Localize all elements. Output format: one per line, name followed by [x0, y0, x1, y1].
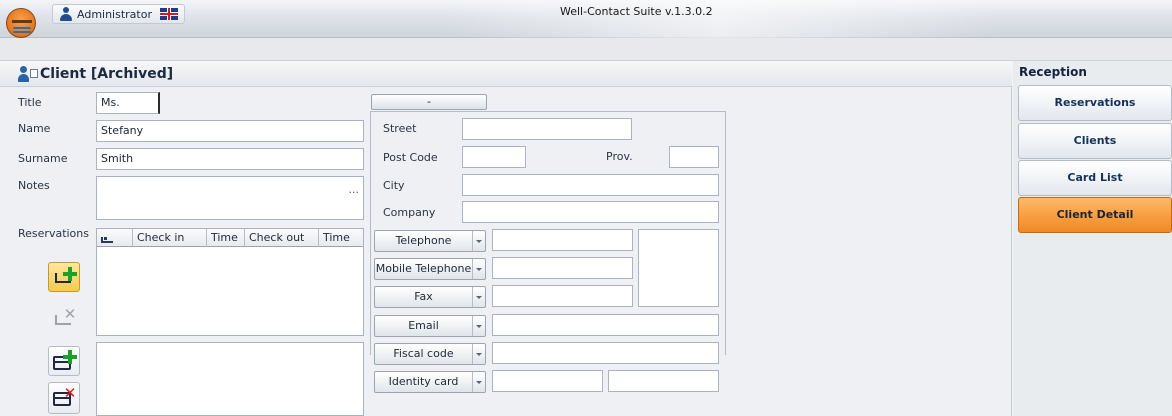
company-field[interactable]	[462, 201, 719, 223]
check-in-column-header[interactable]: Check in	[133, 229, 207, 247]
sidebar-item-client-detail[interactable]: Client Detail	[1018, 197, 1172, 233]
sidebar-title: Reception	[1019, 65, 1087, 79]
app-title: Well-Contact Suite v.1.3.0.2	[560, 5, 713, 18]
telephone-field[interactable]	[492, 229, 633, 251]
telephone-type-selector[interactable]: Telephone	[374, 230, 486, 252]
identity-card-extra-field[interactable]	[608, 370, 719, 392]
chevron-down-icon	[473, 231, 485, 251]
sidebar-item-clients[interactable]: Clients	[1018, 123, 1172, 159]
time-out-column-header[interactable]: Time	[319, 229, 363, 247]
fiscal-code-type-selector[interactable]: Fiscal code	[374, 343, 486, 365]
email-type-label: Email	[375, 316, 473, 336]
reception-sidebar: Reception Reservations Clients Card List…	[1013, 61, 1172, 416]
bed-column-header[interactable]	[97, 229, 133, 247]
bed-icon	[101, 237, 113, 243]
chevron-down-icon	[473, 316, 485, 336]
name-label: Name	[18, 122, 51, 135]
plus-icon	[63, 350, 77, 364]
flag-uk-icon[interactable]	[160, 8, 178, 20]
reservations-table[interactable]: Check in Time Check out Time	[96, 228, 364, 336]
mobile-type-label: Mobile Telephone	[375, 259, 473, 279]
client-card-icon	[18, 66, 38, 82]
user-menu[interactable]: Administrator	[52, 4, 185, 24]
company-label: Company	[383, 206, 436, 219]
postcode-label: Post Code	[383, 151, 438, 164]
phone-notes-field[interactable]	[638, 229, 719, 307]
time-in-column-header[interactable]: Time	[207, 229, 245, 247]
title-field[interactable]: Ms.	[96, 92, 160, 114]
sidebar-item-reservations[interactable]: Reservations	[1018, 85, 1172, 121]
postcode-field[interactable]	[462, 146, 526, 168]
reservations-table-header: Check in Time Check out Time	[97, 229, 363, 247]
app-logo-icon[interactable]	[6, 8, 36, 38]
toolbar-strip	[0, 38, 1172, 61]
title-bar-gloss	[440, 0, 1000, 38]
chevron-down-icon	[473, 344, 485, 364]
identity-card-type-selector[interactable]: Identity card	[374, 371, 486, 393]
mobile-field[interactable]	[492, 257, 633, 279]
street-field[interactable]	[462, 118, 632, 140]
telephone-type-label: Telephone	[375, 231, 473, 251]
cards-list[interactable]	[96, 342, 364, 416]
remove-reservation-button[interactable]: ✕	[48, 304, 80, 334]
identity-card-number-field[interactable]	[492, 370, 603, 392]
delete-card-button[interactable]: ✕	[48, 382, 80, 414]
x-icon: ✕	[63, 305, 77, 323]
sidebar-item-card-list[interactable]: Card List	[1018, 160, 1172, 196]
plus-icon	[63, 267, 77, 281]
fax-field[interactable]	[492, 285, 633, 307]
identity-card-type-label: Identity card	[375, 372, 473, 392]
notes-field[interactable]: ...	[96, 176, 364, 220]
street-label: Street	[383, 122, 417, 135]
chevron-down-icon	[473, 259, 485, 279]
title-label: Title	[18, 96, 42, 109]
city-label: City	[383, 179, 405, 192]
fiscal-code-type-label: Fiscal code	[375, 344, 473, 364]
title-bar: Administrator Well-Contact Suite v.1.3.0…	[0, 0, 1172, 38]
name-field[interactable]: Stefany	[96, 120, 364, 142]
check-out-column-header[interactable]: Check out	[245, 229, 319, 247]
surname-field[interactable]: Smith	[96, 148, 364, 170]
notes-more-button[interactable]: ...	[349, 183, 360, 197]
reservations-label: Reservations	[18, 227, 89, 240]
chevron-down-icon	[473, 372, 485, 392]
fax-type-label: Fax	[375, 287, 473, 307]
user-icon	[59, 7, 73, 21]
user-name: Administrator	[77, 7, 152, 21]
address-toggle-button[interactable]: -	[371, 94, 487, 110]
prov-label: Prov.	[606, 150, 633, 163]
email-field[interactable]	[492, 314, 719, 336]
city-field[interactable]	[462, 174, 719, 196]
x-icon: ✕	[63, 384, 77, 402]
add-reservation-button[interactable]	[48, 262, 80, 292]
email-type-selector[interactable]: Email	[374, 315, 486, 337]
page-title: Client [Archived]	[40, 66, 174, 82]
panel-header: Client [Archived]	[0, 61, 1012, 87]
fax-type-selector[interactable]: Fax	[374, 286, 486, 308]
surname-label: Surname	[18, 152, 68, 165]
chevron-down-icon	[473, 287, 485, 307]
mobile-type-selector[interactable]: Mobile Telephone	[374, 258, 486, 280]
add-card-button[interactable]	[48, 346, 80, 376]
prov-field[interactable]	[669, 146, 719, 168]
notes-label: Notes	[18, 179, 50, 192]
fiscal-code-field[interactable]	[492, 342, 719, 364]
